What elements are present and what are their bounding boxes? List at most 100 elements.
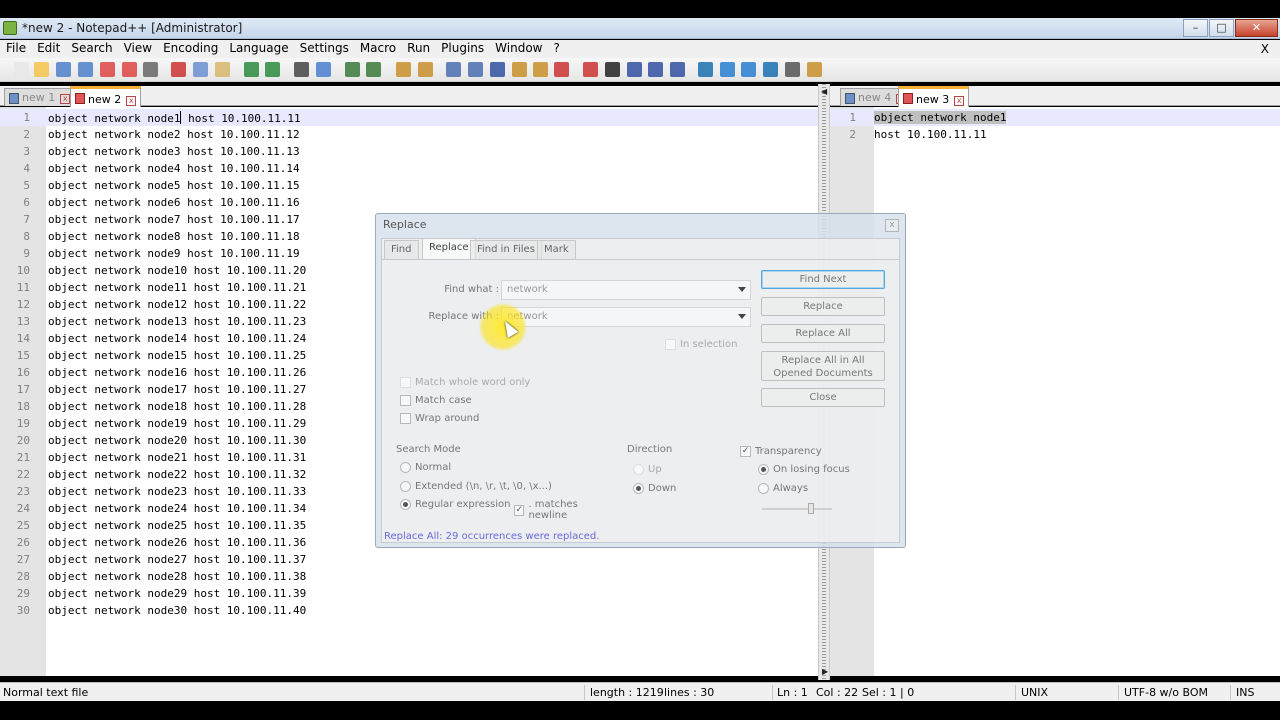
checkbox-box[interactable]: ✓ — [514, 504, 525, 516]
checkbox-box[interactable] — [400, 413, 411, 424]
radio-circle[interactable] — [633, 464, 644, 475]
editor-line[interactable]: 1 object network node1 host 10.100.11.11 — [0, 109, 818, 126]
replace-icon[interactable] — [316, 62, 331, 77]
record-macro-icon[interactable] — [583, 62, 598, 77]
match-whole-word-checkbox[interactable]: Match whole word only — [400, 377, 530, 388]
matches-newline-checkbox[interactable]: ✓ . matches newline — [514, 499, 614, 521]
editor-line[interactable]: 27 object network node27 host 10.100.11.3… — [0, 551, 818, 568]
paste-icon[interactable] — [215, 62, 230, 77]
editor-line[interactable]: 29 object network node29 host 10.100.11.3… — [0, 585, 818, 602]
close-tab-icon[interactable]: x — [126, 96, 137, 106]
sync-vertical-icon[interactable] — [396, 62, 411, 77]
menu-file[interactable]: File — [0, 40, 31, 58]
in-selection-checkbox[interactable]: In selection — [665, 339, 737, 350]
find-icon[interactable] — [294, 62, 309, 77]
on-losing-focus-radio[interactable]: On losing focus — [758, 464, 850, 475]
minimize-button[interactable]: – — [1183, 19, 1208, 37]
menu-macro[interactable]: Macro — [354, 40, 401, 58]
replace-button[interactable]: Replace — [761, 297, 885, 316]
tab-new-3[interactable]: new 3x — [898, 86, 970, 107]
radio-circle[interactable] — [400, 499, 411, 510]
close-window-button[interactable]: ✕ — [1235, 19, 1278, 37]
zoom-in-icon[interactable] — [345, 62, 360, 77]
radio-circle[interactable] — [633, 483, 644, 494]
editor-line[interactable]: 2 host 10.100.11.11 — [830, 126, 1280, 143]
tab-find[interactable]: Find — [384, 240, 419, 259]
tab-replace[interactable]: Replace — [422, 238, 476, 259]
editor-line[interactable]: 6 object network node6 host 10.100.11.16 — [0, 194, 818, 211]
menu-window[interactable]: Window — [489, 40, 547, 58]
menu-view[interactable]: View — [118, 40, 157, 58]
tab-new-2[interactable]: new 2x — [70, 86, 142, 107]
bookmark-next-icon[interactable] — [741, 62, 756, 77]
replace-all-opened-button[interactable]: Replace All in All Opened Documents — [761, 351, 885, 381]
run-macro-multiple-icon[interactable] — [648, 62, 663, 77]
redo-icon[interactable] — [265, 62, 280, 77]
radio-circle[interactable] — [758, 464, 769, 475]
save-icon[interactable] — [56, 62, 71, 77]
copy-icon[interactable] — [193, 62, 208, 77]
user-lang-icon[interactable] — [512, 62, 527, 77]
slider-thumb[interactable] — [808, 503, 814, 514]
normal-radio[interactable]: Normal — [400, 462, 451, 473]
replace-with-combobox[interactable]: network — [501, 307, 751, 327]
save-all-icon[interactable] — [78, 62, 93, 77]
menu-language[interactable]: Language — [223, 40, 293, 58]
wrap-around-checkbox[interactable]: Wrap around — [400, 413, 479, 424]
menu-run[interactable]: Run — [401, 40, 435, 58]
close-document-button[interactable]: X — [1255, 41, 1274, 56]
find-what-combobox[interactable]: network — [501, 280, 751, 300]
zoom-out-icon[interactable] — [366, 62, 381, 77]
checkbox-box[interactable] — [400, 395, 411, 406]
show-all-chars-icon[interactable] — [468, 62, 483, 77]
sync-horizontal-icon[interactable] — [418, 62, 433, 77]
transparency-checkbox[interactable]: ✓ Transparency — [740, 446, 822, 457]
transparency-slider[interactable] — [762, 503, 832, 514]
checkbox-box[interactable] — [400, 377, 411, 388]
close-icon[interactable] — [100, 62, 115, 77]
direction-down-radio[interactable]: Down — [633, 483, 676, 494]
editor-line[interactable]: 1 object network node1 — [830, 109, 1280, 126]
direction-up-radio[interactable]: Up — [633, 464, 662, 475]
arrow-left-icon[interactable]: ◀ — [821, 87, 827, 96]
launch-icon[interactable] — [807, 62, 822, 77]
chevron-down-icon[interactable] — [738, 314, 746, 319]
dialog-close-button[interactable]: x — [885, 219, 899, 232]
new-file-icon[interactable] — [14, 62, 29, 77]
chevron-down-icon[interactable] — [738, 287, 746, 292]
play-macro-icon[interactable] — [627, 62, 642, 77]
menu-encoding[interactable]: Encoding — [157, 40, 223, 58]
editor-line[interactable]: 5 object network node5 host 10.100.11.15 — [0, 177, 818, 194]
doc-map-icon[interactable] — [533, 62, 548, 77]
menu-edit[interactable]: Edit — [31, 40, 65, 58]
editor-line[interactable]: 28 object network node28 host 10.100.11.3… — [0, 568, 818, 585]
open-file-icon[interactable] — [34, 62, 49, 77]
menu-settings[interactable]: Settings — [294, 40, 354, 58]
match-case-checkbox[interactable]: Match case — [400, 395, 472, 406]
always-radio[interactable]: Always — [758, 483, 808, 494]
checkbox-box[interactable]: ✓ — [740, 446, 751, 457]
radio-circle[interactable] — [400, 462, 411, 473]
close-tab-icon[interactable]: x — [60, 94, 71, 104]
radio-circle[interactable] — [400, 481, 411, 492]
replace-all-button[interactable]: Replace All — [761, 324, 885, 343]
stop-record-icon[interactable] — [605, 62, 620, 77]
editor-line[interactable]: 30 object network node30 host 10.100.11.4… — [0, 602, 818, 619]
tab-new-1[interactable]: new 1x — [4, 88, 76, 106]
cut-icon[interactable] — [171, 62, 186, 77]
checkbox-box[interactable] — [665, 339, 676, 350]
save-macro-icon[interactable] — [670, 62, 685, 77]
editor-line[interactable]: 4 object network node4 host 10.100.11.14 — [0, 160, 818, 177]
regex-radio[interactable]: Regular expression — [400, 499, 510, 510]
word-wrap-icon[interactable] — [446, 62, 461, 77]
dialog-close-action-button[interactable]: Close — [761, 388, 885, 407]
print-icon[interactable] — [143, 62, 158, 77]
maximize-button[interactable]: □ — [1209, 19, 1234, 37]
undo-icon[interactable] — [244, 62, 259, 77]
indent-guide-icon[interactable] — [490, 62, 505, 77]
spell-check-icon[interactable] — [785, 62, 800, 77]
function-list-icon[interactable] — [554, 62, 569, 77]
tab-find-in-files[interactable]: Find in Files — [470, 240, 542, 259]
find-next-button[interactable]: Find Next — [761, 270, 885, 289]
editor-line[interactable]: 3 object network node3 host 10.100.11.13 — [0, 143, 818, 160]
